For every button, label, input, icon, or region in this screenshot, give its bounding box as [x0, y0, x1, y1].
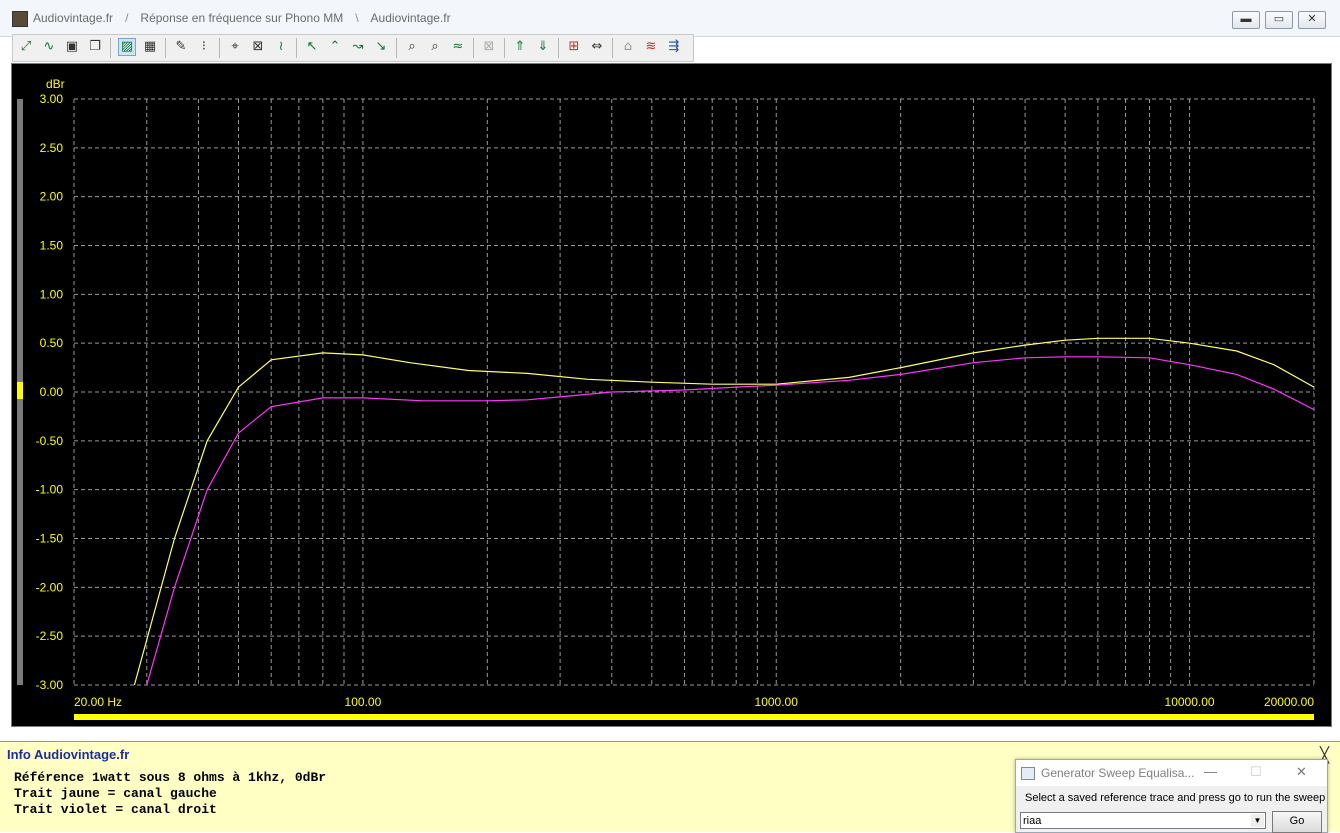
- toolbar-separator: [110, 38, 111, 58]
- marker-line-icon[interactable]: ≈: [449, 38, 467, 56]
- dialog-title: Generator Sweep Equalisa...: [1041, 766, 1195, 780]
- dialog-body: Select a saved reference trace and press…: [1016, 786, 1327, 833]
- breadcrumb-separator: \: [355, 11, 359, 25]
- dialog-minimize-button[interactable]: —: [1204, 764, 1217, 779]
- app-icon: [12, 11, 28, 27]
- reference-icon[interactable]: ≋: [642, 38, 660, 56]
- zoom-x-icon[interactable]: ⊠: [249, 38, 267, 56]
- trace-icon[interactable]: ≀: [272, 38, 290, 56]
- select-value: riaa: [1023, 815, 1042, 827]
- toolbar-separator: [612, 38, 613, 58]
- expand-icon[interactable]: ⇔: [588, 38, 606, 56]
- breadcrumb-item[interactable]: Réponse en fréquence sur Phono MM: [140, 11, 343, 25]
- cursor-left-icon[interactable]: ↖: [303, 38, 321, 56]
- save-icon[interactable]: ▣: [63, 38, 81, 56]
- dialog-message: Select a saved reference trace and press…: [1025, 792, 1326, 804]
- breadcrumb-separator: /: [125, 11, 129, 25]
- marker-b-icon[interactable]: ⌕: [426, 38, 444, 56]
- info-line: Trait violet = canal droit: [14, 802, 217, 817]
- copy-icon[interactable]: ❐: [86, 38, 104, 56]
- graph-mode-icon[interactable]: ▨: [118, 38, 136, 56]
- toolbar-separator: [504, 38, 505, 58]
- toolbar-separator: [473, 38, 474, 58]
- toolbar: ⤢ ∿ ▣ ❐ ▨ ▦ ✎ ⁝ ⌖ ⊠ ≀ ↖ ⌃ ↝ ↘ ⌕ ⌕ ≈ ⊠ ⇑ …: [12, 34, 694, 62]
- close-button[interactable]: ✕: [1298, 11, 1326, 29]
- chevron-down-icon[interactable]: ▼: [1251, 814, 1264, 827]
- level-meter-icon[interactable]: ⊞: [565, 38, 583, 56]
- step-down-icon[interactable]: ⇓: [534, 38, 552, 56]
- go-button[interactable]: Go: [1272, 811, 1322, 833]
- dialog-icon: [1021, 767, 1035, 780]
- info-title: Info Audiovintage.fr: [7, 747, 130, 762]
- dialog-maximize-button: ☐: [1250, 764, 1262, 779]
- scrollbar-thumb[interactable]: [17, 382, 23, 399]
- generator-sweep-dialog: Generator Sweep Equalisa... — ☐ ✕ Select…: [1015, 759, 1328, 833]
- chart-area: [11, 63, 1332, 727]
- restore-button[interactable]: ▭: [1265, 11, 1293, 29]
- dialog-close-button[interactable]: ✕: [1296, 764, 1307, 780]
- cursor-a-icon[interactable]: ↝: [349, 38, 367, 56]
- step-up-icon[interactable]: ⇑: [511, 38, 529, 56]
- zoom-fit-icon[interactable]: ⌖: [226, 38, 244, 56]
- title-bar: Audiovintage.fr / Réponse en fréquence sur…: [0, 0, 1340, 37]
- edit-icon[interactable]: ✎: [172, 38, 190, 56]
- wave-icon[interactable]: ∿: [40, 38, 58, 56]
- toolbar-separator: [296, 38, 297, 58]
- info-line: Référence 1watt sous 8 ohms à 1khz, 0dBr: [14, 770, 327, 785]
- sweep-settings-icon[interactable]: ⇶: [665, 38, 683, 56]
- disabled-marker-icon: ⊠: [483, 39, 495, 54]
- toolbar-separator: [165, 38, 166, 58]
- minimize-button[interactable]: ▬: [1232, 11, 1260, 29]
- breadcrumb-item[interactable]: Audiovintage.fr: [33, 11, 113, 25]
- toolbar-separator: [219, 38, 220, 58]
- cursor-peak-icon[interactable]: ⌃: [326, 38, 344, 56]
- info-line: Trait jaune = canal gauche: [14, 786, 217, 801]
- toolbar-separator: [558, 38, 559, 58]
- toolbar-separator: [396, 38, 397, 58]
- breadcrumb: Audiovintage.fr / Réponse en fréquence sur…: [33, 11, 451, 25]
- horizontal-scrollbar[interactable]: [74, 714, 1314, 720]
- add-trace-icon[interactable]: ⤢: [17, 38, 35, 56]
- marker-a-icon[interactable]: ⌕: [403, 38, 421, 56]
- cursor-b-icon[interactable]: ↘: [372, 38, 390, 56]
- breadcrumb-item[interactable]: Audiovintage.fr: [371, 11, 451, 25]
- baseline-icon[interactable]: ⌂: [619, 38, 637, 56]
- data-table-icon[interactable]: ⁝: [195, 38, 213, 56]
- reference-trace-select[interactable]: riaa ▼: [1020, 812, 1266, 829]
- graph-settings-icon[interactable]: ▦: [141, 38, 159, 56]
